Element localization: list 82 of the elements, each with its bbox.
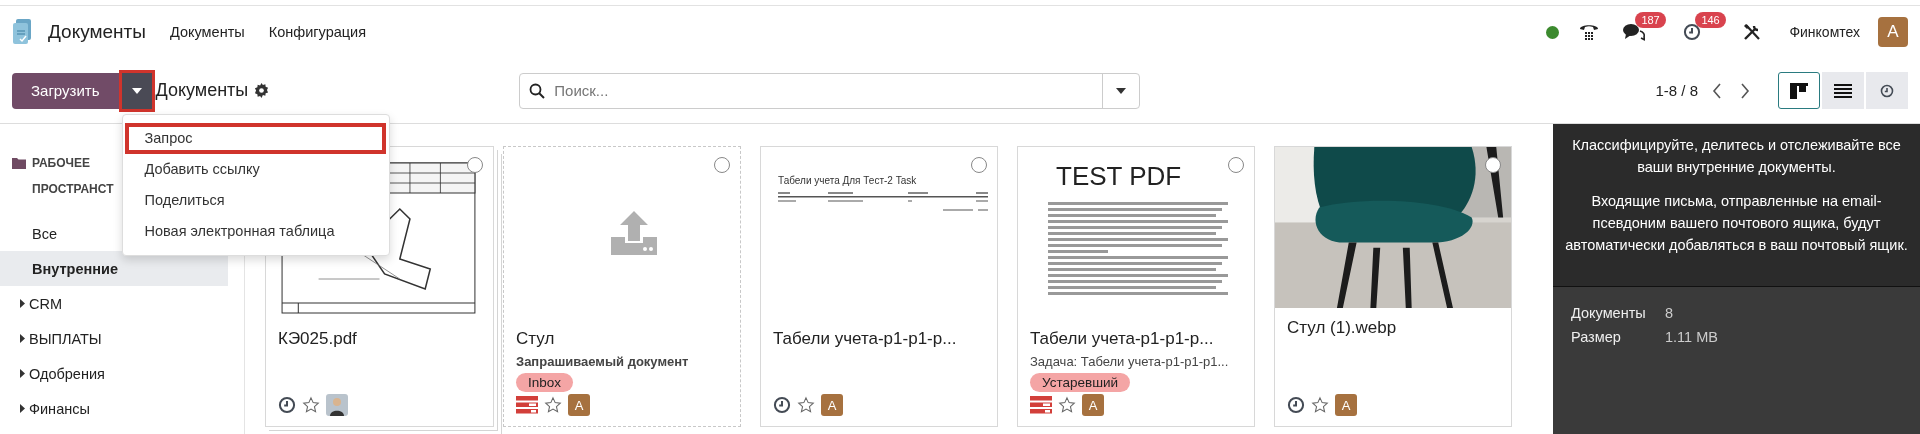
activity-clock-icon[interactable] [773,396,791,414]
document-name: Табели учета-p1-p1-p... [1030,329,1215,349]
folder-icon [12,157,26,169]
star-icon[interactable] [1058,396,1076,414]
info-text: Классифицируйте, делитесь и отслеживайте все ваши внутренние документы. [1571,136,1902,177]
caret-down-icon[interactable] [131,87,142,94]
sidebar-item[interactable]: Одобрения [0,356,228,391]
sidebar-item[interactable]: Финансы [0,391,228,426]
user-avatar[interactable]: A [1082,394,1104,416]
document-card[interactable]: Стул Запрашиваемый документ Inbox A [503,146,741,427]
user-avatar[interactable]: A [568,394,590,416]
user-avatar[interactable]: A [1335,394,1357,416]
document-card[interactable]: TEST PDF Табели учета-p1-p1-p... Задача: Табели учета-p1-p1-p1... Устаревший A [1017,146,1255,427]
stat-label: Документы [1571,304,1647,323]
stat-label: Размер [1571,328,1622,347]
expand-caret-icon[interactable] [20,334,25,343]
clock-icon[interactable] [1683,23,1702,41]
menu-link[interactable]: Конфигурация [268,24,366,40]
next-page-icon[interactable] [1740,82,1750,99]
activity-clock-icon[interactable] [1287,396,1305,414]
clock-icon[interactable] [1880,83,1894,98]
menu-link[interactable]: Документы [169,24,245,40]
document-heading: TEST PDF [1056,161,1182,192]
info-text: Входящие письма, отправленные на email-псевдоним вашего почтового ящика, будут автоматически добавляться в ваш почтовый ящик. [1564,192,1909,255]
star-icon[interactable] [797,396,815,414]
select-checkbox[interactable] [467,157,483,173]
expand-caret-icon[interactable] [20,299,25,308]
list-icon[interactable] [1834,83,1852,98]
select-checkbox[interactable] [714,157,730,173]
breadcrumb[interactable]: Документы [155,80,249,101]
search-icon [529,82,546,99]
settings-icon[interactable] [254,83,270,98]
user-avatar[interactable]: A [1878,17,1908,47]
kanban-view-button[interactable] [1778,72,1820,109]
expand-caret-icon[interactable] [20,404,25,413]
document-name: Стул (1).webp [1287,318,1398,338]
search-field[interactable]: Поиск... [519,72,1141,109]
activity-view-button[interactable] [1866,72,1908,109]
overdue-activity-icon[interactable] [516,396,538,414]
star-icon[interactable] [544,396,562,414]
document-name: Стул [516,329,556,349]
star-icon[interactable] [302,396,320,414]
phone-icon[interactable] [1579,23,1600,41]
stat-value: 1.11 MB [1665,328,1718,347]
sidebar-item[interactable]: ВЫПЛАТЫ [0,321,228,356]
stat-value: 8 [1665,304,1674,323]
user-avatar[interactable] [326,394,348,416]
caret-down-icon[interactable] [1116,87,1127,94]
list-view-button[interactable] [1822,72,1864,109]
dropdown-toggle-button[interactable] [121,72,152,109]
pager-value[interactable]: 1-8 / 8 [1655,82,1698,99]
document-name: КЭ025.pdf [278,329,358,349]
tag: Устаревший [1030,373,1131,392]
document-name: Табели учета-p1-p1-p... [773,329,958,349]
document-heading: Табели учета Для Тест-2 Task [778,175,918,186]
sidebar-item[interactable]: Внутренние [0,251,228,286]
activity-count-badge: 146 [1695,12,1726,28]
document-subtitle: Запрашиваемый документ [516,354,690,369]
upload-button[interactable]: Загрузить [12,72,119,109]
select-checkbox[interactable] [971,157,987,173]
select-checkbox[interactable] [1228,157,1244,173]
status-dot-icon [1546,25,1560,39]
previous-page-icon[interactable] [1712,82,1722,99]
kanban-icon[interactable] [1790,82,1808,99]
activity-clock-icon[interactable] [278,396,296,414]
overdue-activity-icon[interactable] [1030,396,1052,414]
user-avatar[interactable]: A [821,394,843,416]
workspace-heading: РАБОЧЕЕ ПРОСТРАНСТ [32,155,115,198]
company-name[interactable]: Финкомтех [1789,24,1860,40]
expand-caret-icon[interactable] [20,369,25,378]
tag: Inbox [516,373,574,392]
message-count-badge: 187 [1635,12,1666,28]
document-subtitle: Задача: Табели учета-p1-p1-p1... [1030,354,1230,369]
star-icon[interactable] [1311,396,1329,414]
document-logo-icon[interactable] [12,19,32,45]
tools-icon[interactable] [1743,23,1762,41]
document-card[interactable]: Табели учета Для Тест-2 Task Табели учета-p1-p1-p... A [760,146,998,427]
app-name[interactable]: Документы [48,21,146,43]
chat-icon[interactable] [1623,23,1646,41]
document-card[interactable]: Стул (1).webp A [1274,146,1512,427]
upload-tray-icon [611,211,657,255]
sidebar-item[interactable]: CRM [0,286,228,321]
